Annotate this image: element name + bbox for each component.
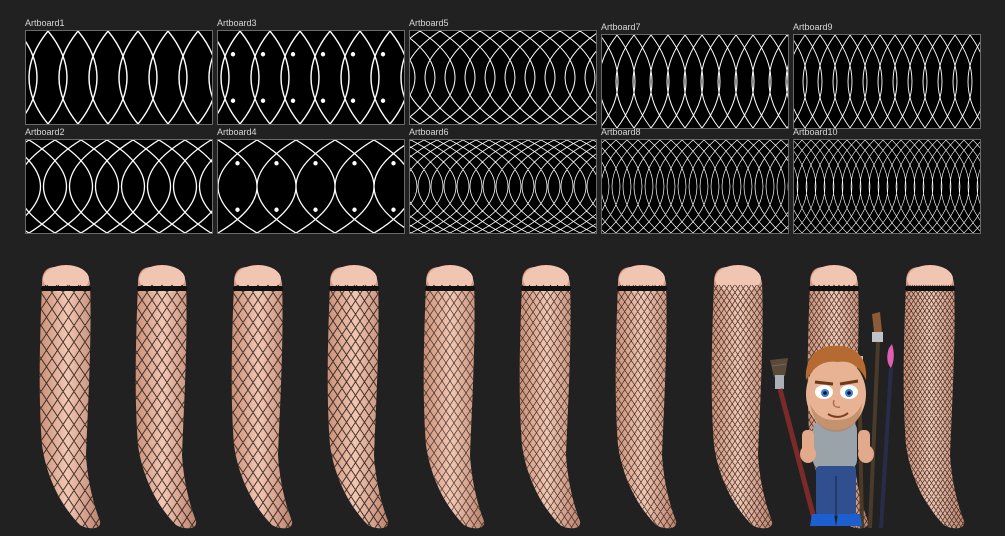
artboard-label: Artboard2 — [25, 127, 65, 137]
artboard-thumbnail[interactable] — [25, 139, 213, 234]
fishnet-pattern-thumbnail — [794, 35, 980, 128]
fishnet-pattern-thumbnail — [602, 140, 788, 233]
paintbrush-right-icon — [855, 312, 894, 529]
fishnet-pattern-thumbnail — [410, 140, 596, 233]
fishnet-pattern-thumbnail — [218, 140, 404, 233]
artboard-thumbnail[interactable] — [409, 30, 597, 125]
artboard-thumbnail[interactable] — [217, 139, 405, 234]
artboard-card[interactable]: Artboard2 — [25, 127, 213, 234]
artboard-label: Artboard3 — [217, 18, 257, 28]
artboard-label: Artboard5 — [409, 18, 449, 28]
artboard-thumbnail[interactable] — [217, 30, 405, 125]
artboard-label: Artboard7 — [601, 22, 641, 32]
fishnet-pattern-thumbnail — [410, 31, 596, 124]
artboard-thumbnail[interactable] — [601, 34, 789, 129]
artboard-thumbnail[interactable] — [25, 30, 213, 125]
artboard-card[interactable]: Artboard9 — [793, 22, 981, 129]
fishnet-pattern-thumbnail — [26, 31, 212, 124]
fishnet-pattern-thumbnail — [26, 140, 212, 233]
artboard-card[interactable]: Artboard8 — [601, 127, 789, 234]
artboard-label: Artboard8 — [601, 127, 641, 137]
artboard-thumbnail[interactable] — [601, 139, 789, 234]
artboard-thumbnail[interactable] — [409, 139, 597, 234]
artboard-label: Artboard10 — [793, 127, 838, 137]
artboard-thumbnail[interactable] — [793, 139, 981, 234]
fishnet-pattern-thumbnail — [602, 35, 788, 128]
avatar-head — [805, 345, 867, 432]
artboard-card[interactable]: Artboard6 — [409, 127, 597, 234]
artboard-card[interactable]: Artboard1 — [25, 18, 213, 125]
artboard-card[interactable]: Artboard3 — [217, 18, 405, 125]
artboard-thumbnail[interactable] — [793, 34, 981, 129]
artboard-label: Artboard6 — [409, 127, 449, 137]
artboard-label: Artboard9 — [793, 22, 833, 32]
fishnet-pattern-thumbnail — [794, 140, 980, 233]
artboard-label: Artboard4 — [217, 127, 257, 137]
artboard-card[interactable]: Artboard4 — [217, 127, 405, 234]
artboard-card[interactable]: Artboard7 — [601, 22, 789, 129]
artboard-label: Artboard1 — [25, 18, 65, 28]
fishnet-pattern-thumbnail — [218, 31, 404, 124]
artboard-card[interactable]: Artboard5 — [409, 18, 597, 125]
artboard-card[interactable]: Artboard10 — [793, 127, 981, 234]
artist-mascot-logo — [770, 312, 894, 529]
